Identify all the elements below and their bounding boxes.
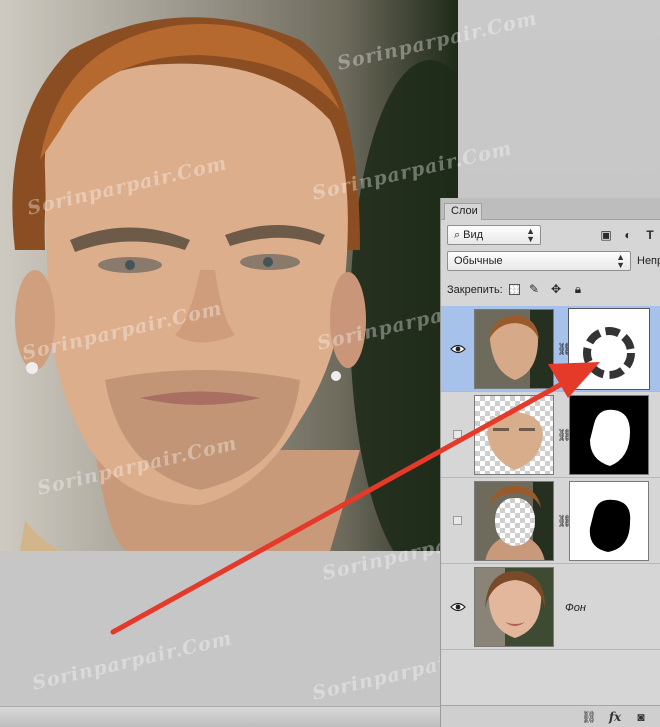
chevron-updown-icon: ▲ ▼ [616, 252, 625, 270]
layer-row[interactable]: ⛓ [441, 306, 660, 392]
layer-row[interactable]: ⛓ [441, 478, 660, 564]
search-icon: ⌕ [454, 229, 461, 241]
canvas-photo[interactable] [0, 0, 458, 551]
fx-icon[interactable]: fx [607, 709, 623, 725]
eye-icon[interactable] [450, 344, 466, 354]
horizontal-scrollbar[interactable] [0, 706, 440, 727]
layer-filter-select[interactable]: ⌕ Вид ▲ ▼ [447, 225, 541, 245]
chevron-updown-icon: ▲ ▼ [526, 226, 535, 244]
layer-row[interactable]: ⛓ [441, 392, 660, 478]
filter-label: Вид [463, 229, 484, 241]
opacity-label: Непр [637, 255, 660, 267]
face-hole [495, 498, 535, 546]
face-illustration [12, 17, 458, 551]
blend-mode-value: Обычные [454, 255, 503, 267]
link-icon[interactable]: ⛓ [581, 709, 597, 725]
layer-mask-thumbnail[interactable] [569, 395, 649, 475]
mask-icon[interactable]: ◙ [633, 709, 649, 725]
visibility-toggle[interactable] [453, 516, 462, 525]
layer-row[interactable]: Фон [441, 564, 660, 650]
panel-footer: ⛓ fx ◙ [441, 705, 660, 727]
checkerboard-lock-icon[interactable] [509, 284, 520, 295]
link-icon[interactable]: ⛓ [557, 428, 572, 442]
adjustment-filter-icon[interactable]: ◐ [621, 228, 635, 242]
image-filter-icon[interactable]: ▣ [599, 228, 613, 242]
layers-panel: Слои ⌕Вид ▲▼ ▣ ◐ T Обычные ▲▼ Непр Закре… [440, 198, 660, 727]
eye-icon[interactable] [450, 602, 466, 612]
layer-thumbnail[interactable] [474, 481, 554, 561]
layer-thumbnail[interactable] [474, 395, 554, 475]
layer-thumbnail[interactable] [474, 309, 554, 389]
layer-name[interactable]: Фон [565, 602, 586, 614]
link-icon[interactable]: ⛓ [557, 342, 572, 356]
layer-thumbnail[interactable] [474, 567, 554, 647]
blend-mode-select[interactable]: Обычные ▲ ▼ [447, 251, 631, 271]
type-filter-icon[interactable]: T [643, 228, 657, 242]
brush-icon[interactable]: ✎ [527, 282, 541, 296]
visibility-toggle[interactable] [453, 430, 462, 439]
panel-tab-bar: Слои [441, 198, 660, 220]
tab-layers[interactable]: Слои [444, 203, 482, 220]
move-icon[interactable]: ✥ [549, 282, 563, 296]
padlock-icon[interactable]: 🔒︎ [571, 282, 585, 296]
layer-mask-thumbnail[interactable] [568, 308, 650, 390]
layer-mask-thumbnail[interactable] [569, 481, 649, 561]
link-icon[interactable]: ⛓ [557, 514, 572, 528]
lock-label: Закрепить: [447, 284, 503, 296]
